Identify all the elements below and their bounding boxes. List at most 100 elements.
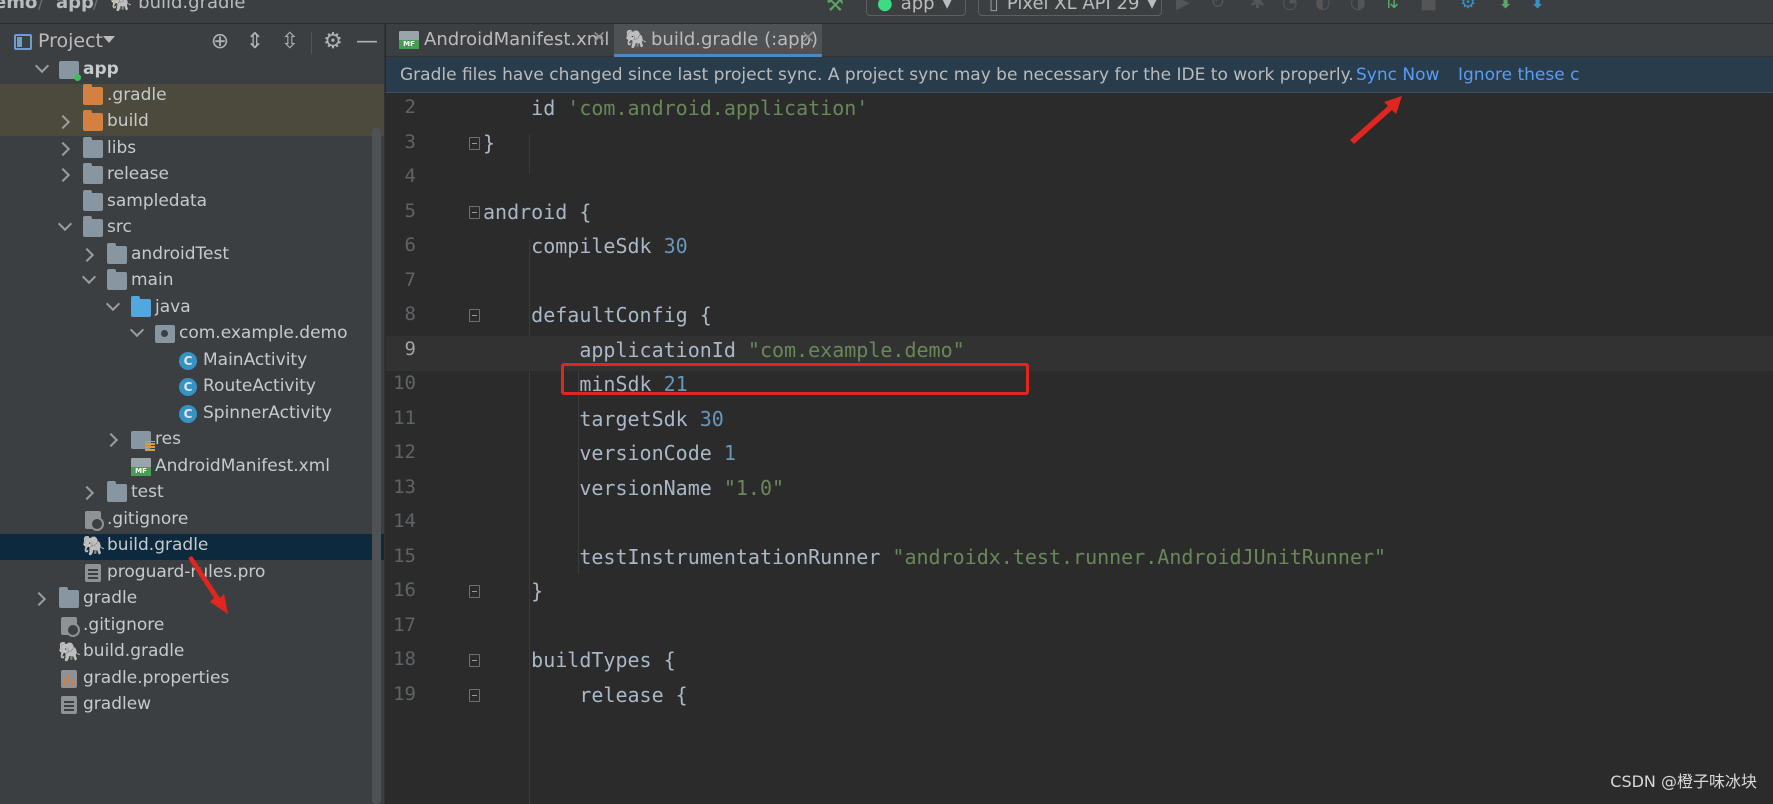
device-manager-icon[interactable]: ⚙ [1460, 0, 1476, 13]
close-icon[interactable]: ✕ [801, 28, 815, 48]
attach-debugger-icon[interactable]: ◐ [1315, 0, 1331, 13]
tree-item-label: gradle.properties [83, 668, 230, 688]
fold-icon[interactable] [469, 206, 480, 219]
code-editor[interactable]: 2 id 'com.android.application' 3 } 4 5 a… [386, 94, 1773, 804]
tree-item-gradle-properties[interactable]: gradle.properties [0, 667, 384, 693]
line-number: 11 [393, 407, 416, 429]
tree-item-spinneractivity[interactable]: C SpinnerActivity [0, 402, 384, 428]
chevron-right-icon[interactable] [79, 485, 95, 501]
avd-manager-icon[interactable]: ⬇ [1530, 0, 1545, 13]
fold-icon[interactable] [469, 309, 480, 322]
folder-icon [83, 216, 103, 237]
tree-item-mainactivity[interactable]: C MainActivity [0, 349, 384, 375]
run-icon[interactable]: ▶ [1176, 0, 1190, 13]
fold-icon[interactable] [469, 585, 480, 598]
divider [311, 32, 312, 54]
tree-item-label: sampledata [107, 191, 208, 211]
tree-item-test[interactable]: test [0, 481, 384, 507]
chevron-down-icon[interactable] [81, 269, 97, 285]
tree-item-src[interactable]: src [0, 216, 384, 242]
tree-item-androidtest[interactable]: androidTest [0, 243, 384, 269]
minimize-icon[interactable]: — [355, 30, 379, 54]
tree-item-routeactivity[interactable]: C RouteActivity [0, 375, 384, 401]
tree-item-sampledata[interactable]: sampledata [0, 190, 384, 216]
tree-item-build-gradle-root[interactable]: 🐘 build.gradle [0, 640, 384, 666]
tree-item-label: com.example.demo [179, 323, 348, 343]
profile-icon[interactable]: ◔ [1282, 0, 1298, 13]
tree-item-label: androidTest [131, 244, 229, 264]
tab-androidmanifest[interactable]: AndroidManifest.xml ✕ [386, 24, 612, 57]
package-icon [155, 325, 175, 343]
locate-icon[interactable]: ⊕ [208, 30, 232, 54]
code-line: 17 [386, 612, 1773, 647]
sync-now-link[interactable]: Sync Now [1356, 65, 1439, 85]
chevron-right-icon[interactable] [103, 432, 119, 448]
line-number: 6 [404, 234, 416, 256]
tree-item-gradlew[interactable]: gradlew [0, 693, 384, 719]
gitignore-icon [61, 617, 80, 637]
tree-item-label: app [83, 59, 119, 79]
breadcrumb-module[interactable]: app [56, 0, 94, 13]
line-number: 4 [404, 165, 416, 187]
code-line: 12 versionCode 1 [386, 439, 1773, 474]
gradle-sync-banner: Gradle files have changed since last pro… [386, 57, 1773, 93]
project-scrollbar[interactable] [372, 128, 381, 804]
code-text: id 'com.android.application' [531, 96, 869, 120]
chevron-down-icon[interactable] [105, 296, 121, 312]
folder-icon [83, 110, 103, 131]
tree-item-app[interactable]: app [0, 58, 384, 84]
fold-icon[interactable] [469, 137, 480, 150]
line-number: 18 [393, 648, 416, 670]
tree-item-label: .gitignore [83, 615, 165, 635]
tree-item-dot-gradle[interactable]: .gradle [0, 84, 384, 110]
tree-item-package[interactable]: com.example.demo [0, 322, 384, 348]
line-number: 9 [404, 338, 416, 360]
folder-icon [107, 243, 127, 264]
chevron-right-icon[interactable] [31, 591, 47, 607]
ignore-changes-link[interactable]: Ignore these c [1458, 65, 1579, 85]
tree-item-libs[interactable]: libs [0, 137, 384, 163]
collapse-all-icon[interactable]: ⇳ [278, 30, 302, 54]
fold-icon[interactable] [469, 689, 480, 702]
expand-all-icon[interactable]: ⇕ [243, 30, 267, 54]
tree-item-res[interactable]: res [0, 428, 384, 454]
tree-item-build[interactable]: build [0, 110, 384, 136]
close-icon[interactable]: ✕ [592, 28, 606, 48]
chevron-right-icon[interactable] [55, 141, 71, 157]
chevron-down-icon[interactable] [57, 216, 73, 232]
stop-icon[interactable]: ■ [1420, 0, 1437, 13]
folder-icon [83, 137, 103, 158]
run-tests-icon[interactable]: ◑ [1350, 0, 1366, 13]
tab-build-gradle[interactable]: 🐘 build.gradle (:app) ✕ [614, 24, 822, 57]
device-selector[interactable]: ▯ Pixel XL API 29 ▾ [978, 0, 1162, 16]
run-config-selector[interactable]: ● app ▾ [866, 0, 966, 16]
gradle-icon: 🐘 [82, 535, 106, 557]
tree-item-main[interactable]: main [0, 269, 384, 295]
sdk-manager-icon[interactable]: ⬇ [1498, 0, 1513, 13]
chevron-down-icon[interactable] [34, 58, 50, 74]
tree-item-label: src [107, 217, 132, 237]
tree-item-release[interactable]: release [0, 163, 384, 189]
code-line: 3 } [386, 129, 1773, 164]
chevron-right-icon[interactable] [55, 114, 71, 130]
breadcrumb-project[interactable]: emo [0, 0, 37, 13]
chevron-down-icon[interactable] [103, 36, 115, 43]
sync-gradle-icon[interactable]: ⇅ [1384, 0, 1399, 13]
breadcrumb-file[interactable]: 🐘 build.gradle [110, 0, 246, 13]
tree-item-androidmanifest[interactable]: AndroidManifest.xml [0, 455, 384, 481]
gear-icon[interactable]: ⚙ [321, 30, 345, 54]
build-hammer-icon[interactable]: ⚒ [826, 0, 844, 16]
project-view-selector[interactable]: Project [38, 30, 103, 52]
tree-item-java[interactable]: java [0, 296, 384, 322]
fold-icon[interactable] [469, 654, 480, 667]
tab-label: AndroidManifest.xml [424, 29, 610, 50]
apply-changes-icon[interactable]: ↻ [1210, 0, 1225, 13]
res-folder-icon [131, 431, 155, 451]
chevron-down-icon[interactable] [129, 322, 145, 338]
chevron-right-icon[interactable] [79, 247, 95, 263]
tree-item-gitignore[interactable]: .gitignore [0, 508, 384, 534]
chevron-right-icon[interactable] [55, 167, 71, 183]
tree-item-label: res [155, 429, 181, 449]
debug-icon[interactable]: ✱ [1250, 0, 1265, 13]
editor-panel: AndroidManifest.xml ✕ 🐘 build.gradle (:a… [386, 24, 1773, 804]
